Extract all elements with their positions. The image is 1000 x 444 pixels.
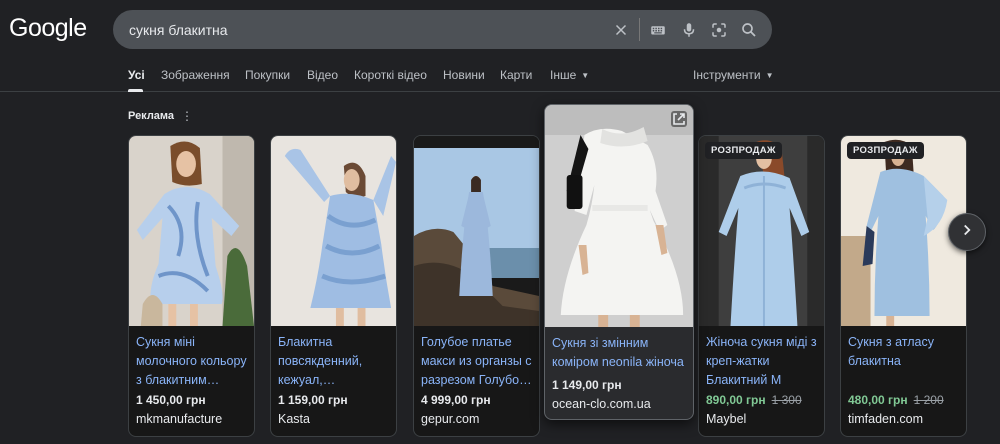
chevron-right-icon bbox=[958, 221, 976, 244]
carousel-next-button[interactable] bbox=[948, 213, 986, 251]
product-price: 1 159,00 грн bbox=[278, 393, 348, 407]
tab-images[interactable]: Зображення bbox=[161, 68, 230, 82]
product-price: 890,00 грн 1 300 bbox=[706, 393, 802, 407]
google-logo[interactable]: Google bbox=[9, 14, 87, 43]
open-external-icon[interactable] bbox=[671, 111, 687, 127]
merchant-name: ocean-clo.com.ua bbox=[552, 397, 651, 411]
tools-button[interactable]: Інструменти ▼ bbox=[693, 68, 774, 82]
merchant-name: gepur.com bbox=[421, 412, 480, 426]
merchant-name: mkmanufacture bbox=[136, 412, 223, 426]
product-title[interactable]: Блакитна повсякденний, кежуал,… bbox=[278, 333, 393, 390]
more-vert-icon[interactable]: ⋮ bbox=[181, 109, 193, 123]
old-price: 1 300 bbox=[771, 393, 802, 407]
product-card[interactable]: Голубое платье макси из органзы с разрез… bbox=[413, 135, 540, 437]
product-card[interactable]: Блакитна повсякденний, кежуал,… 1 159,00… bbox=[270, 135, 397, 437]
product-price: 4 999,00 грн bbox=[421, 393, 491, 407]
product-price: 1 149,00 грн bbox=[552, 378, 622, 392]
product-card[interactable]: РОЗПРОДАЖ Жіноча сукня міді з креп-жатки… bbox=[698, 135, 825, 437]
product-title[interactable]: Сукня зі змінним коміром neonila жіноча bbox=[552, 334, 692, 372]
camera-lens-icon[interactable] bbox=[708, 19, 730, 41]
sale-badge: РОЗПРОДАЖ bbox=[847, 142, 924, 159]
search-divider bbox=[639, 18, 640, 41]
chevron-down-icon: ▼ bbox=[765, 71, 774, 80]
product-title[interactable]: Голубое платье макси из органзы с разрез… bbox=[421, 333, 536, 390]
search-icon[interactable] bbox=[738, 19, 760, 41]
tab-maps[interactable]: Карти bbox=[500, 68, 532, 82]
tab-all[interactable]: Усі bbox=[128, 68, 145, 82]
chevron-down-icon: ▼ bbox=[581, 71, 590, 80]
close-icon[interactable] bbox=[610, 19, 632, 41]
product-image[interactable] bbox=[129, 136, 254, 326]
product-image[interactable]: РОЗПРОДАЖ bbox=[699, 136, 824, 326]
active-tab-indicator bbox=[128, 89, 143, 92]
product-image[interactable] bbox=[414, 136, 539, 326]
tab-short-videos[interactable]: Короткі відео bbox=[354, 68, 427, 82]
product-price: 1 450,00 грн bbox=[136, 393, 206, 407]
merchant-name: Maybel bbox=[706, 412, 747, 426]
tab-more-label: Інше bbox=[550, 68, 577, 82]
microphone-icon[interactable] bbox=[678, 19, 700, 41]
search-tabs: Усі Зображення Покупки Відео Короткі від… bbox=[0, 62, 1000, 92]
merchant-name: timfaden.com bbox=[848, 412, 924, 426]
product-card[interactable]: РОЗПРОДАЖ Сукня з атласу блакитна 480,00… bbox=[840, 135, 967, 437]
sale-price: 890,00 грн bbox=[706, 393, 766, 407]
tab-more[interactable]: Інше ▼ bbox=[550, 68, 589, 82]
old-price: 1 200 bbox=[913, 393, 944, 407]
product-image[interactable] bbox=[545, 105, 693, 327]
sale-price: 480,00 грн bbox=[848, 393, 908, 407]
sponsored-label: Реклама bbox=[128, 110, 175, 122]
merchant-name: Kasta bbox=[278, 412, 310, 426]
product-price: 480,00 грн 1 200 bbox=[848, 393, 944, 407]
search-input[interactable] bbox=[129, 10, 599, 49]
search-bar[interactable] bbox=[113, 10, 772, 49]
product-card-hovered[interactable]: Сукня зі змінним коміром neonila жіноча … bbox=[544, 104, 694, 420]
product-image[interactable] bbox=[271, 136, 396, 326]
tools-label: Інструменти bbox=[693, 68, 761, 82]
product-card[interactable]: Сукня міні молочного кольору з блакитним… bbox=[128, 135, 255, 437]
product-title[interactable]: Сукня міні молочного кольору з блакитним… bbox=[136, 333, 251, 390]
tab-news[interactable]: Новини bbox=[443, 68, 485, 82]
tab-videos[interactable]: Відео bbox=[307, 68, 338, 82]
product-title[interactable]: Жіноча сукня міді з креп-жатки Блакитний… bbox=[706, 333, 821, 390]
sale-badge: РОЗПРОДАЖ bbox=[705, 142, 782, 159]
tab-shopping[interactable]: Покупки bbox=[245, 68, 290, 82]
keyboard-icon[interactable] bbox=[647, 19, 669, 41]
product-title[interactable]: Сукня з атласу блакитна bbox=[848, 333, 963, 371]
